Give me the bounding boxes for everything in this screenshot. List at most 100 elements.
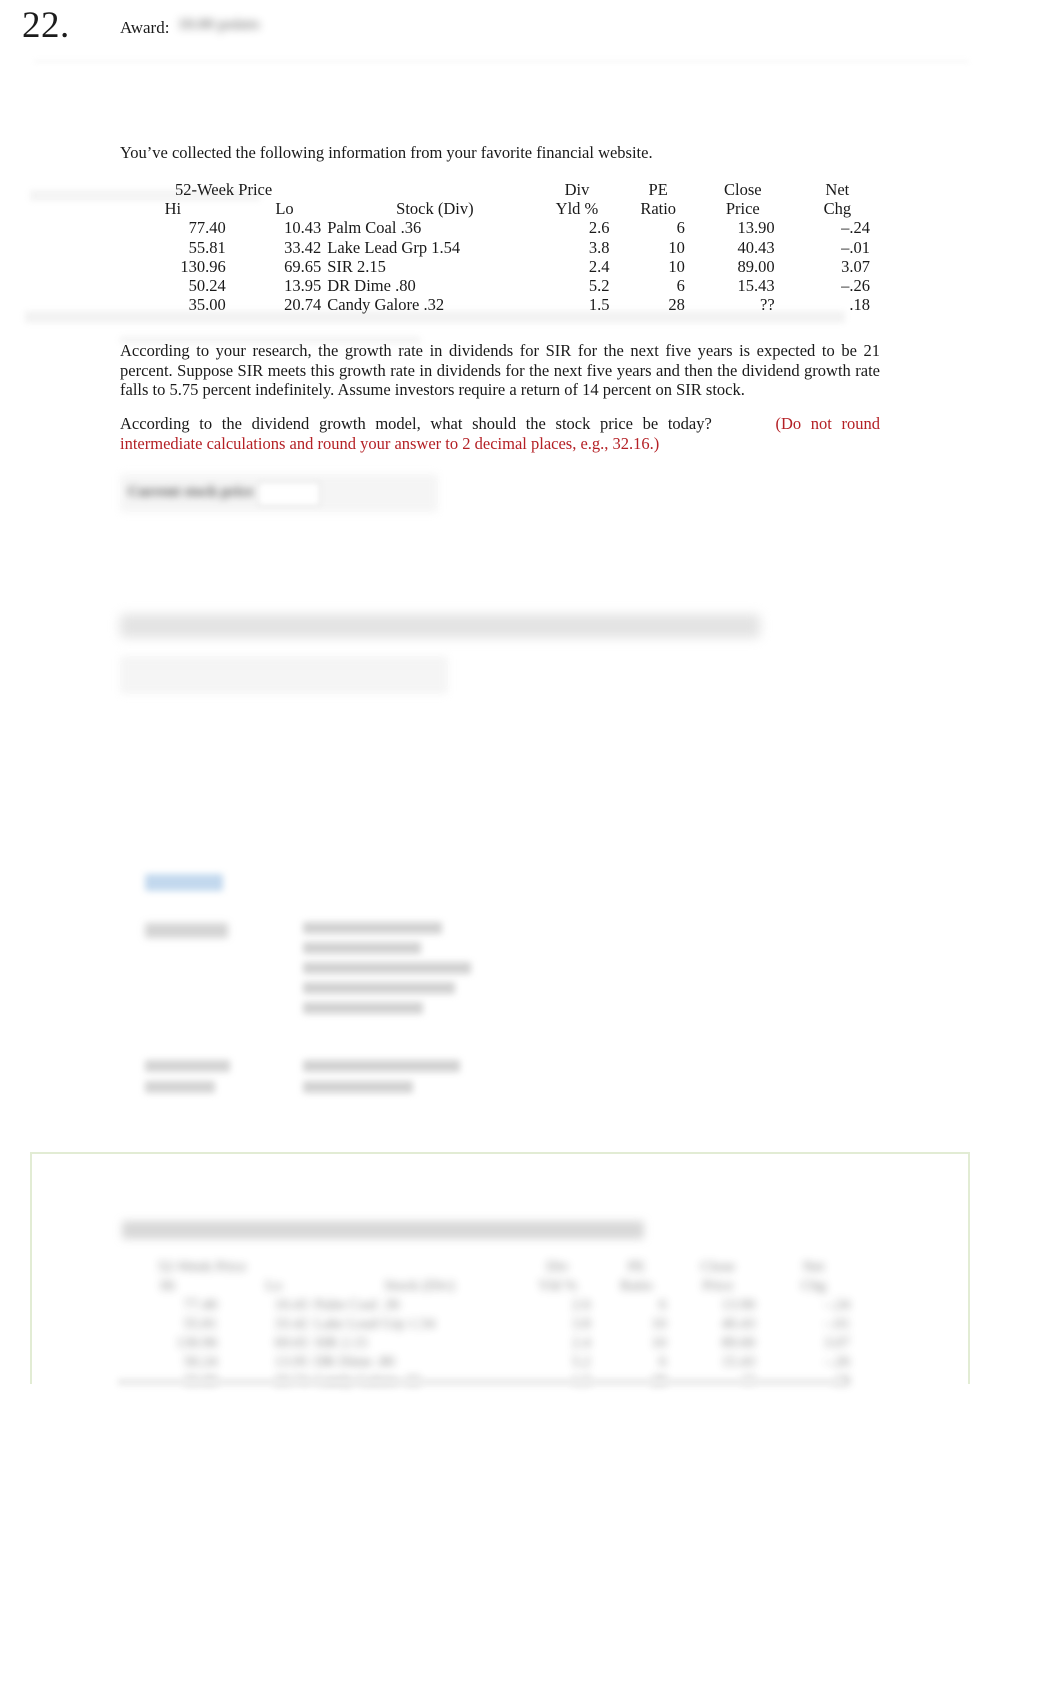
repeat-cell-div-yld: 2.4 xyxy=(571,1335,591,1351)
table-row: 55.81 33.42 Lake Lead Grp 1.54 3.8 10 40… xyxy=(120,238,880,257)
cell-stock: SIR 2.15 xyxy=(327,256,386,276)
repeat-cell-lo: 69.65 xyxy=(274,1335,309,1351)
repeat-header-close-line1: Close xyxy=(700,1259,735,1275)
cell-div-yld: 2.6 xyxy=(588,218,610,238)
explanation-body-line xyxy=(303,942,421,954)
cell-stock: Candy Galore .32 xyxy=(327,295,445,315)
cell-div-yld: 3.8 xyxy=(588,237,610,257)
cell-net-chg: 3.07 xyxy=(841,256,870,276)
cell-lo: 13.95 xyxy=(284,276,322,296)
cell-net-chg: –.26 xyxy=(841,276,870,296)
repeat-cell-close: 89.00 xyxy=(721,1335,756,1351)
header-div-yld: Yld % xyxy=(555,199,599,219)
question-number: 22. xyxy=(22,5,70,46)
header-pe-ratio: Ratio xyxy=(640,199,677,219)
group-header-52week: 52-Week Price xyxy=(175,180,273,199)
table-row: 130.96 69.65 SIR 2.15 2.4 10 89.00 3.07 xyxy=(120,257,880,276)
header-close-line1: Close xyxy=(723,180,762,199)
table-row: 35.00 20.74 Candy Galore .32 1.5 28 ?? .… xyxy=(120,295,880,314)
repeat-cell-hi: 130.96 xyxy=(176,1335,218,1351)
award-points-value: 10.00 points xyxy=(178,16,260,33)
cell-net-chg: –.24 xyxy=(841,218,870,238)
repeat-cell-hi: 77.40 xyxy=(183,1297,218,1313)
repeat-cell-div-yld: 2.6 xyxy=(571,1297,591,1313)
cell-pe: 28 xyxy=(668,295,685,315)
explanation-body xyxy=(303,922,475,1020)
repeat-cell-pe: 10 xyxy=(651,1335,667,1351)
repeat-header-div-yld: Yld % xyxy=(538,1278,578,1294)
cell-hi: 35.00 xyxy=(188,295,226,315)
answer-entry-row[interactable]: Current stock price xyxy=(120,474,438,512)
header-div-line1: Div xyxy=(564,180,590,199)
table-header-row: Hi Lo Stock (Div) Yld % Ratio Price Chg xyxy=(120,199,880,218)
cell-hi: 50.24 xyxy=(188,276,226,296)
repeat-table-header-group-row: 52-Week Price Div PE Close Net xyxy=(118,1258,858,1277)
cell-stock: Lake Lead Grp 1.54 xyxy=(327,237,461,257)
explanation-key-worksheet xyxy=(145,923,228,938)
repeat-cell-pe: 10 xyxy=(651,1316,667,1332)
repeat-cell-close: 13.90 xyxy=(721,1297,756,1313)
repeat-cell-net-chg: –.24 xyxy=(823,1297,850,1313)
explanation-body-line xyxy=(303,982,455,994)
repeat-group-header-52week: 52-Week Price xyxy=(157,1259,247,1275)
repeat-cell-div-yld: 5.2 xyxy=(571,1354,591,1370)
header-pe-line1: PE xyxy=(648,180,668,199)
cell-lo: 33.42 xyxy=(284,237,322,257)
cell-close: ?? xyxy=(760,295,775,315)
cell-pe: 10 xyxy=(668,237,685,257)
second-answer-entry-row[interactable] xyxy=(120,656,448,694)
repeat-cell-net-chg: –.01 xyxy=(823,1316,850,1332)
award-label: Award: xyxy=(120,18,170,37)
explanation-body-line xyxy=(303,1002,423,1014)
cell-div-yld: 1.5 xyxy=(588,295,610,315)
cell-pe: 10 xyxy=(668,256,685,276)
explanation-body-line xyxy=(303,922,442,934)
explanation-body-line xyxy=(303,962,471,974)
explanation-value-secondary xyxy=(303,1060,463,1096)
explanation-key-line xyxy=(145,1060,230,1072)
intro-text: You’ve collected the following informati… xyxy=(120,143,653,162)
repeat-cell-div-yld: 3.8 xyxy=(571,1316,591,1332)
research-paragraph: According to your research, the growth r… xyxy=(120,341,880,399)
cell-lo: 69.65 xyxy=(284,256,322,276)
second-question-prompt xyxy=(120,614,760,638)
cell-close: 89.00 xyxy=(737,256,775,276)
repeat-table-header-row: Hi Lo Stock (Div) Yld % Ratio Price Chg xyxy=(118,1277,858,1296)
second-answer-row-background xyxy=(120,656,448,694)
table-row: 77.40 10.43 Palm Coal .36 2.6 6 13.90 –.… xyxy=(120,218,880,237)
header-hi: Hi xyxy=(164,199,182,219)
cell-stock: DR Dime .80 xyxy=(327,276,416,296)
stock-quote-table: 52-Week Price Div PE Close Net Hi Lo Sto… xyxy=(120,180,880,314)
repeat-cell-lo: 13.95 xyxy=(274,1354,309,1370)
cell-hi: 55.81 xyxy=(188,237,226,257)
explanation-value-line xyxy=(303,1060,460,1072)
current-stock-price-input[interactable] xyxy=(258,482,320,506)
repeat-header-hi: Hi xyxy=(160,1278,176,1294)
repeat-cell-close: 15.43 xyxy=(721,1354,756,1370)
repeat-header-lo: Lo xyxy=(265,1278,283,1294)
answer-label: Current stock price xyxy=(128,484,254,500)
question-prompt-text: According to the dividend growth model, … xyxy=(120,414,712,433)
repeat-header-net-chg: Chg xyxy=(801,1278,827,1294)
repeat-cell-pe: 6 xyxy=(658,1354,667,1370)
repeat-table-row: 55.81 33.42 Lake Lead Grp 1.54 3.8 10 40… xyxy=(118,1315,858,1334)
question-paragraph: According to the dividend growth model, … xyxy=(120,414,880,453)
repeat-cell-stock: DR Dime .80 xyxy=(314,1354,395,1370)
cell-lo: 20.74 xyxy=(284,295,322,315)
question-header: 22. Award: 10.00 points xyxy=(0,0,1062,65)
repeat-cell-hi: 50.24 xyxy=(183,1354,218,1370)
header-divider xyxy=(34,60,969,65)
repeat-header-net-line1: Net xyxy=(802,1259,825,1275)
cell-stock: Palm Coal .36 xyxy=(327,218,422,238)
header-stock-div: Stock (Div) xyxy=(396,199,474,219)
cell-close: 15.43 xyxy=(737,276,775,296)
repeat-cell-net-chg: 3.07 xyxy=(823,1335,850,1351)
header-net-chg: Chg xyxy=(823,199,852,219)
cell-hi: 130.96 xyxy=(180,256,226,276)
cell-pe: 6 xyxy=(676,276,685,296)
repeat-cell-pe: 6 xyxy=(658,1297,667,1313)
repeat-cell-lo: 33.42 xyxy=(274,1316,309,1332)
repeat-header-close-price: Price xyxy=(702,1278,734,1294)
cell-pe: 6 xyxy=(676,218,685,238)
cell-hi: 77.40 xyxy=(188,218,226,238)
